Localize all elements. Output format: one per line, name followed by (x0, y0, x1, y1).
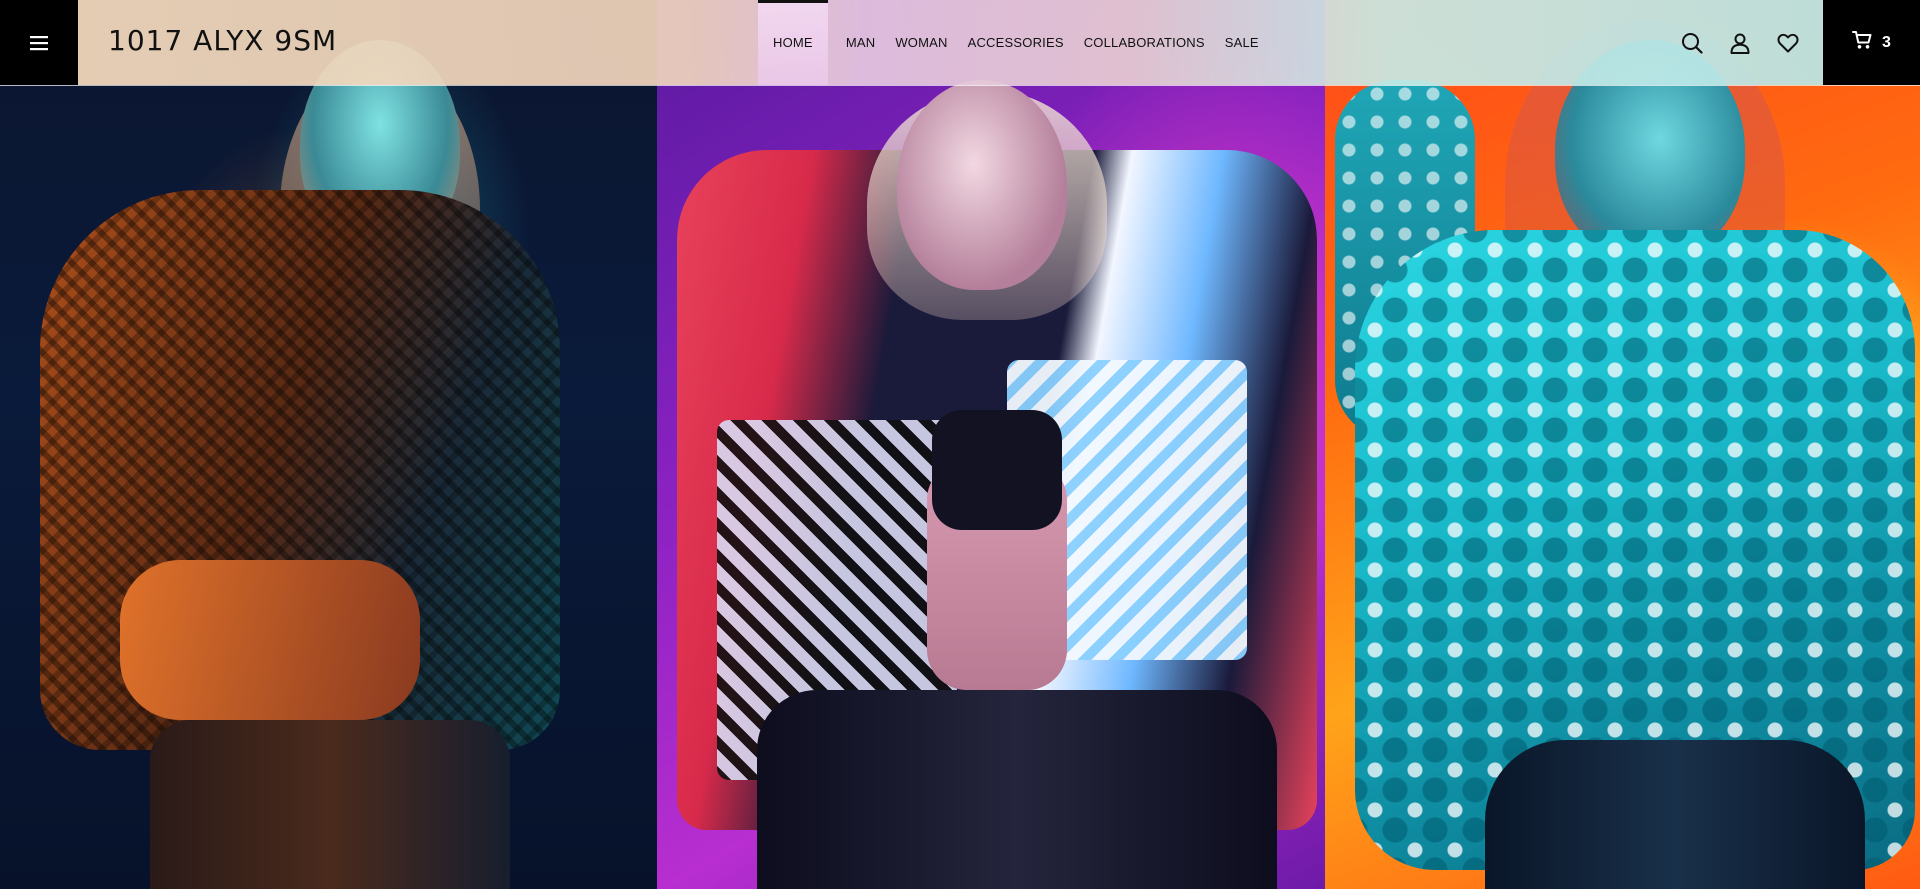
crop-top (932, 410, 1062, 530)
hero-gallery (0, 0, 1920, 889)
nav-home[interactable]: HOME (758, 0, 828, 85)
hero-panel-patterned-jacket[interactable] (657, 0, 1325, 889)
header-actions (1668, 0, 1812, 85)
site-header: 1017 ALYX 9SM HOME MAN WOMAN ACCESSORIES… (0, 0, 1920, 86)
hero-panel-woven-jacket[interactable] (0, 0, 657, 889)
main-nav: HOME MAN WOMAN ACCESSORIES COLLABORATION… (758, 0, 1269, 85)
nav-sale[interactable]: SALE (1215, 0, 1269, 85)
user-icon (1729, 32, 1751, 54)
cart-count: 3 (1882, 33, 1891, 51)
black-pants (757, 690, 1277, 889)
wishlist-button[interactable] (1764, 19, 1812, 67)
nav-collaborations[interactable]: COLLABORATIONS (1074, 0, 1215, 85)
nav-woman[interactable]: WOMAN (885, 0, 957, 85)
cart-button[interactable]: 3 (1823, 0, 1920, 85)
hamburger-menu-icon (29, 35, 49, 51)
nav-accessories[interactable]: ACCESSORIES (958, 0, 1074, 85)
brand-logo[interactable]: 1017 ALYX 9SM (108, 24, 337, 57)
heart-icon (1777, 33, 1799, 53)
leather-pants (150, 720, 510, 889)
model-torso (120, 560, 420, 720)
nav-man[interactable]: MAN (836, 0, 886, 85)
hero-panel-sequin-jacket[interactable] (1325, 0, 1920, 889)
cart-icon (1852, 30, 1872, 55)
leather-pants (1485, 740, 1865, 889)
account-button[interactable] (1716, 19, 1764, 67)
menu-button[interactable] (0, 0, 78, 85)
search-button[interactable] (1668, 19, 1716, 67)
search-icon (1681, 32, 1703, 54)
model-head (897, 80, 1067, 290)
page: 1017 ALYX 9SM HOME MAN WOMAN ACCESSORIES… (0, 0, 1920, 889)
